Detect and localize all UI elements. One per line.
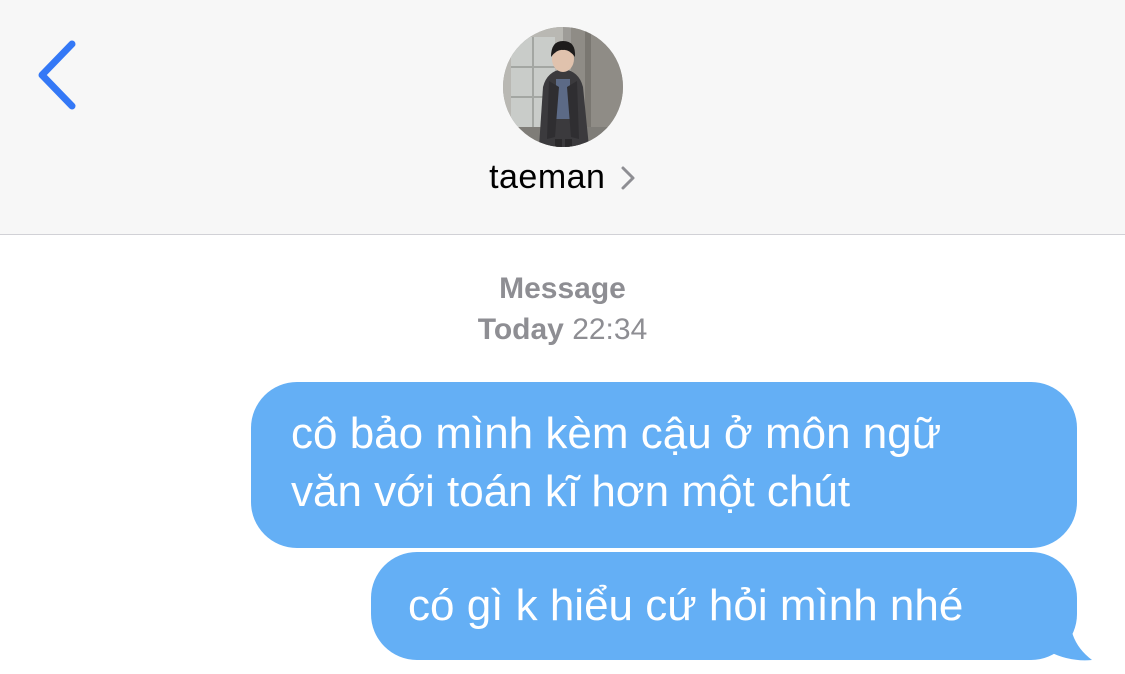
timestamp: Today 22:34 bbox=[0, 313, 1125, 347]
contact-name-button[interactable]: taeman bbox=[0, 158, 1125, 197]
chevron-left-icon bbox=[38, 40, 76, 110]
contact-photo bbox=[503, 27, 623, 147]
message-text-line: cô bảo mình kèm cậu ở môn ngữ bbox=[291, 409, 942, 458]
message-bubble[interactable]: có gì k hiểu cứ hỏi mình nhé bbox=[371, 552, 1077, 660]
timestamp-time: 22:34 bbox=[572, 313, 648, 346]
back-button[interactable] bbox=[30, 38, 86, 112]
message-bubble[interactable]: cô bảo mình kèm cậu ở môn ngữ văn với to… bbox=[251, 382, 1077, 548]
message-text-line: văn với toán kĩ hơn một chút bbox=[291, 467, 851, 516]
chevron-right-icon bbox=[621, 166, 635, 189]
conversation-header: taeman bbox=[0, 0, 1125, 235]
contact-name: taeman bbox=[489, 158, 606, 196]
timestamp-day: Today bbox=[477, 313, 564, 346]
message-text: có gì k hiểu cứ hỏi mình nhé bbox=[408, 581, 964, 630]
service-label: Message bbox=[499, 272, 626, 305]
avatar[interactable] bbox=[503, 27, 623, 147]
